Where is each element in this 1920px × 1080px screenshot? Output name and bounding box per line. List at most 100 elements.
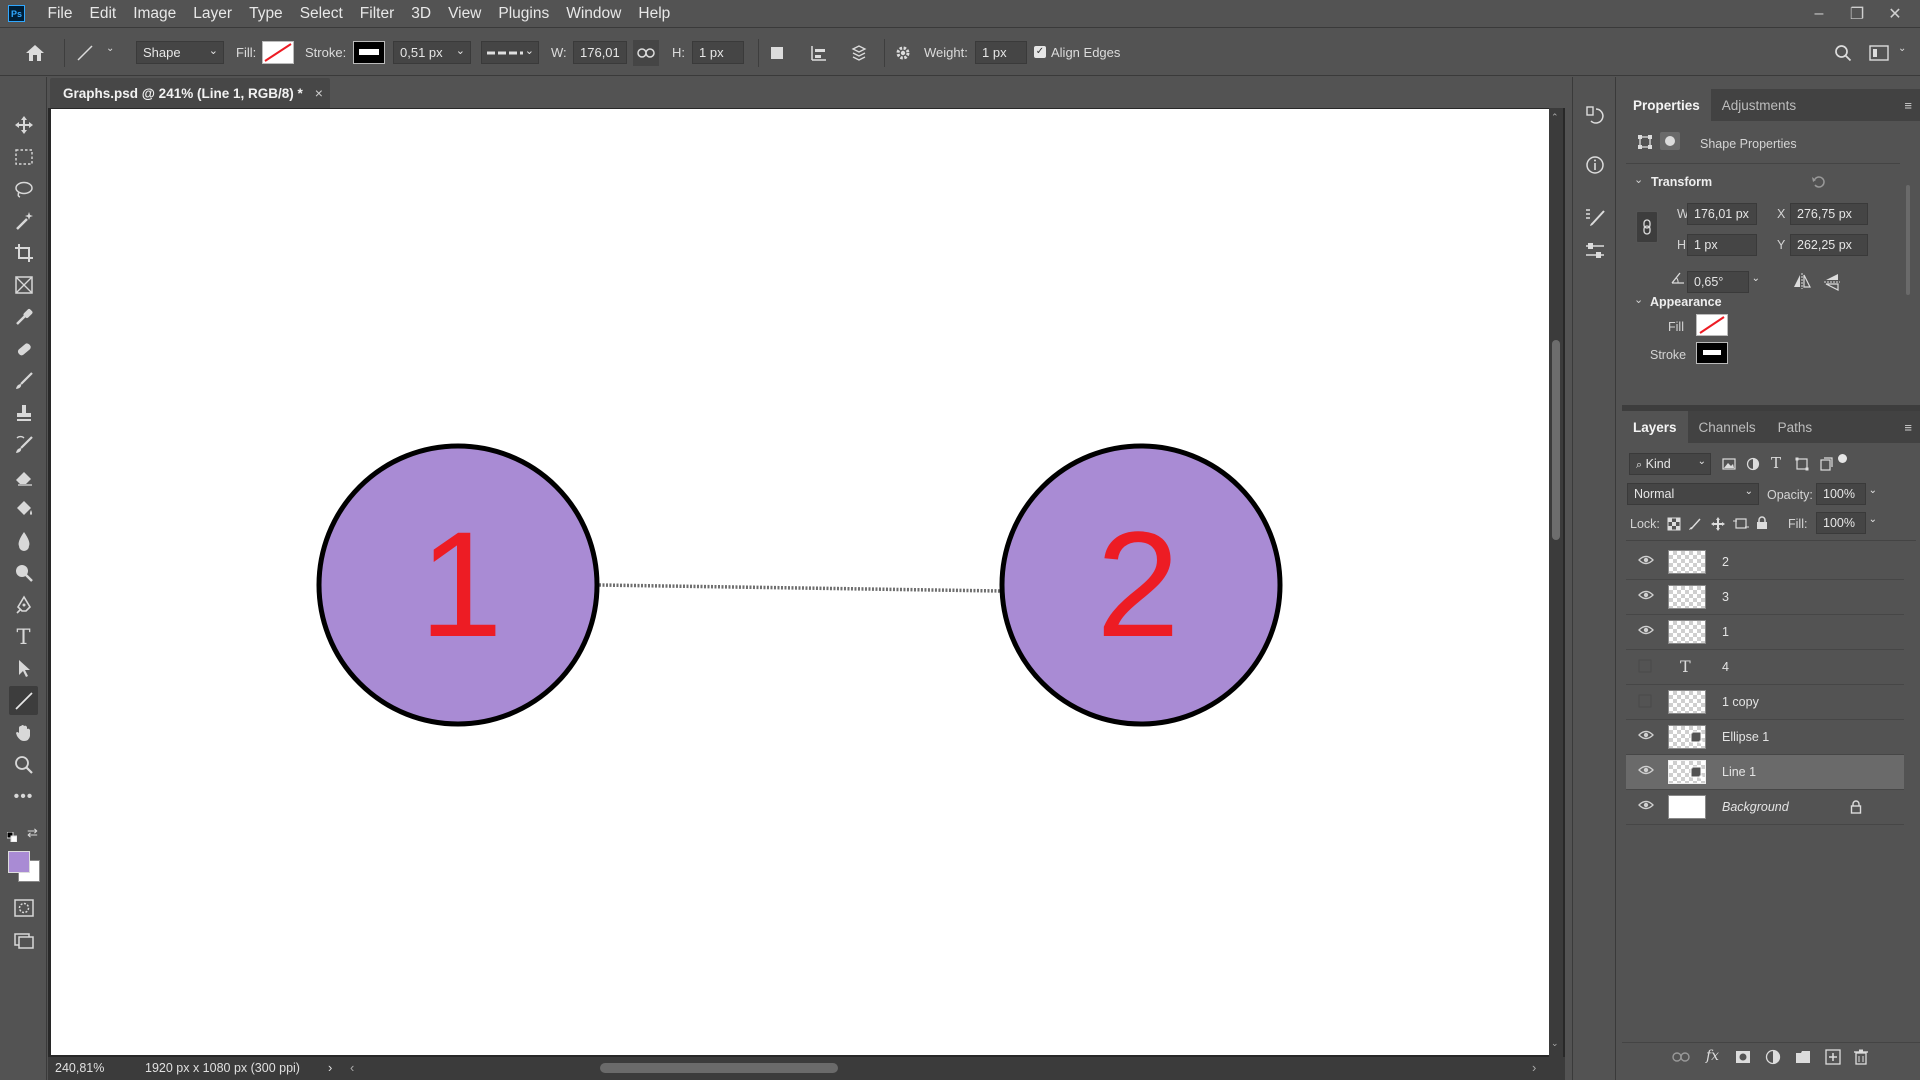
search-icon[interactable] <box>1830 40 1856 66</box>
canvas[interactable]: 1 2 <box>51 109 1549 1055</box>
width-field[interactable]: 176,01 <box>573 41 627 64</box>
minimize-button[interactable]: – <box>1800 5 1838 23</box>
blend-mode-select[interactable]: Normal ⌄ <box>1627 483 1759 505</box>
layer-filter-kind-select[interactable]: ⌕ Kind ⌄ <box>1629 453 1711 475</box>
tab-paths[interactable]: Paths <box>1767 411 1824 443</box>
tab-properties[interactable]: Properties <box>1622 89 1711 121</box>
flip-horizontal-icon[interactable] <box>1792 272 1812 295</box>
scroll-left-icon[interactable]: ‹ <box>350 1060 354 1075</box>
path-alignment-icon[interactable] <box>806 40 832 66</box>
visibility-eye-icon[interactable] <box>1638 589 1654 605</box>
fill-swatch[interactable] <box>262 41 294 64</box>
filter-smart-object-icon[interactable] <box>1819 457 1833 476</box>
align-edges-checkbox[interactable]: ✓ <box>1034 46 1046 58</box>
visibility-eye-icon[interactable] <box>1638 729 1654 745</box>
menu-layer[interactable]: Layer <box>185 5 241 23</box>
type-tool-icon[interactable]: T <box>9 622 38 651</box>
horizontal-scroll-thumb[interactable] <box>600 1063 838 1073</box>
flip-vertical-icon[interactable] <box>1823 272 1841 297</box>
zoom-level[interactable]: 240,81% <box>55 1061 104 1075</box>
clone-stamp-tool-icon[interactable] <box>9 398 38 427</box>
path-arrangement-icon[interactable] <box>846 40 872 66</box>
layer-row-2[interactable]: 2 <box>1626 545 1904 580</box>
layers-panel-menu-icon[interactable]: ≡ <box>1904 420 1912 435</box>
path-selection-tool-icon[interactable] <box>9 654 38 683</box>
visibility-eye-icon[interactable] <box>1638 624 1654 640</box>
layer-row-4[interactable]: T 4 <box>1626 650 1904 685</box>
scroll-down-icon[interactable]: ⌄ <box>1551 1038 1559 1049</box>
filter-adjustment-icon[interactable] <box>1746 457 1760 476</box>
menu-window[interactable]: Window <box>558 5 630 23</box>
menu-3d[interactable]: 3D <box>403 5 440 23</box>
new-layer-icon[interactable] <box>1825 1049 1841 1070</box>
pen-tool-icon[interactable] <box>9 590 38 619</box>
close-tab-icon[interactable]: × <box>315 85 323 101</box>
frame-tool-icon[interactable] <box>9 270 38 299</box>
properties-scrollbar[interactable] <box>1904 167 1912 397</box>
stroke-width-field[interactable]: 0,51 px ⌄ <box>393 41 471 64</box>
x-field[interactable]: 276,75 px <box>1790 203 1868 225</box>
layer-row-ellipse-1[interactable]: Ellipse 1 <box>1626 720 1904 755</box>
link-icon[interactable] <box>633 40 659 66</box>
quick-mask-icon[interactable] <box>9 893 38 922</box>
scroll-up-icon[interactable]: ⌃ <box>1551 112 1559 123</box>
magic-wand-tool-icon[interactable] <box>9 206 38 235</box>
marquee-tool-icon[interactable] <box>9 142 38 171</box>
stroke-style-select[interactable]: ⌄ <box>481 41 539 64</box>
fill-opacity-field[interactable]: 100% ⌄ <box>1816 512 1877 534</box>
eraser-tool-icon[interactable] <box>9 462 38 491</box>
line-tool-icon[interactable] <box>9 686 38 715</box>
add-mask-icon[interactable] <box>1735 1050 1751 1069</box>
lock-image-pixels-icon[interactable] <box>1688 517 1702 536</box>
screen-mode-icon[interactable] <box>9 925 38 954</box>
preset-dropdown-chevron-icon[interactable]: ⌄ <box>106 43 114 54</box>
swap-colors-icon[interactable]: ⇄ <box>27 825 38 841</box>
menu-view[interactable]: View <box>440 5 490 23</box>
weight-field[interactable]: 1 px <box>975 41 1027 64</box>
angle-field[interactable]: 0,65° ⌄ <box>1687 271 1760 293</box>
layer-effects-icon[interactable]: fx <box>1706 1048 1719 1064</box>
tool-mode-select[interactable]: Shape ⌄ <box>136 41 224 64</box>
workspace-icon[interactable] <box>1866 40 1892 66</box>
menu-edit[interactable]: Edit <box>81 5 125 23</box>
healing-brush-tool-icon[interactable] <box>9 334 38 363</box>
tab-layers[interactable]: Layers <box>1622 411 1688 443</box>
status-expand-icon[interactable]: › <box>328 1060 332 1075</box>
filter-shape-icon[interactable] <box>1795 457 1809 476</box>
restore-button[interactable]: ❐ <box>1838 4 1876 24</box>
lasso-tool-icon[interactable] <box>9 174 38 203</box>
lock-position-icon[interactable] <box>1710 516 1726 537</box>
vertical-scrollbar[interactable] <box>1549 108 1563 1057</box>
appearance-chevron-icon[interactable]: ⌄ <box>1634 293 1643 306</box>
visibility-toggle-hidden[interactable] <box>1638 694 1654 710</box>
gear-icon[interactable] <box>890 40 916 66</box>
new-group-icon[interactable] <box>1795 1050 1811 1069</box>
new-adjustment-layer-icon[interactable] <box>1765 1049 1781 1070</box>
filter-pixel-icon[interactable] <box>1722 457 1736 476</box>
menu-select[interactable]: Select <box>291 5 351 23</box>
stroke-swatch[interactable] <box>353 41 385 64</box>
crop-tool-icon[interactable] <box>9 238 38 267</box>
paint-bucket-tool-icon[interactable] <box>9 494 38 523</box>
vertical-scroll-thumb[interactable] <box>1552 340 1560 540</box>
visibility-eye-icon[interactable] <box>1638 764 1654 780</box>
width-field[interactable]: 176,01 px <box>1687 203 1757 225</box>
layer-row-3[interactable]: 3 <box>1626 580 1904 615</box>
delete-layer-icon[interactable] <box>1854 1049 1868 1070</box>
default-colors-icon[interactable] <box>6 829 18 843</box>
filter-type-icon[interactable]: T <box>1771 454 1781 472</box>
appearance-stroke-swatch[interactable] <box>1696 342 1728 364</box>
close-window-button[interactable]: ✕ <box>1876 4 1914 24</box>
link-dimensions-button[interactable] <box>1636 211 1658 243</box>
appearance-fill-swatch[interactable] <box>1696 314 1728 336</box>
visibility-eye-icon[interactable] <box>1638 799 1654 815</box>
tab-channels[interactable]: Channels <box>1688 411 1767 443</box>
menu-file[interactable]: File <box>39 5 81 23</box>
home-icon[interactable] <box>22 40 48 66</box>
brush-settings-panel-icon[interactable] <box>1581 203 1609 231</box>
tab-adjustments[interactable]: Adjustments <box>1711 89 1807 121</box>
foreground-color-swatch[interactable] <box>8 851 30 873</box>
filter-toggle-switch[interactable] <box>1838 454 1847 463</box>
link-layers-icon[interactable] <box>1672 1050 1690 1068</box>
menu-plugins[interactable]: Plugins <box>490 5 558 23</box>
